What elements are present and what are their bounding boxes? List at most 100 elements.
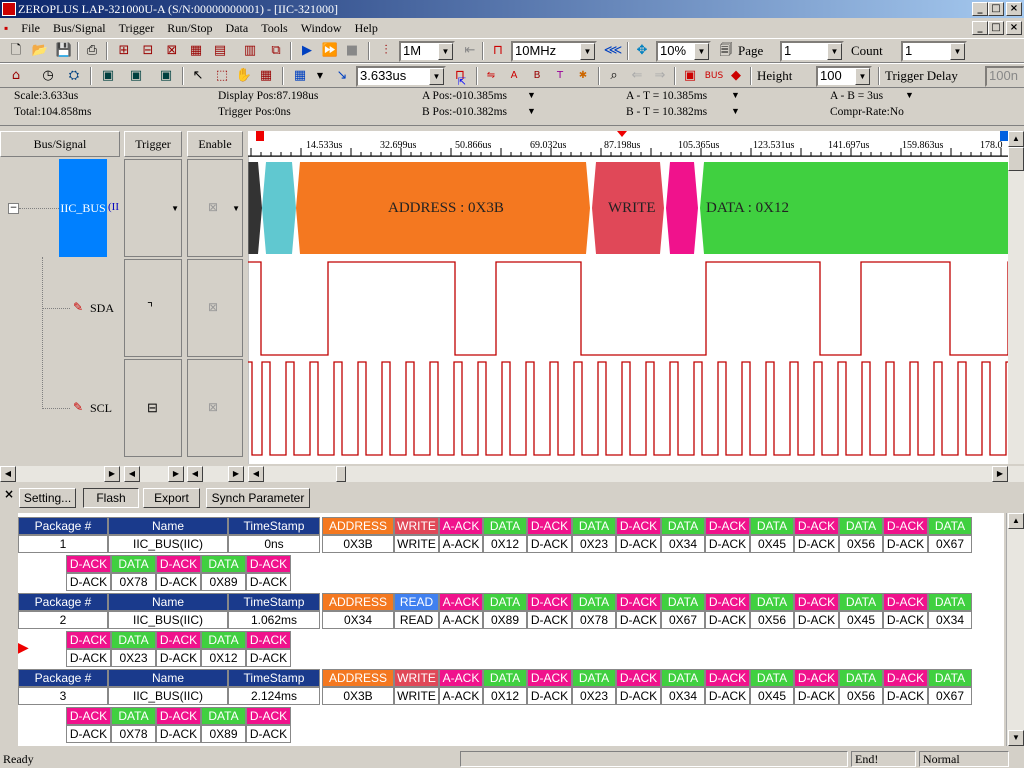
sda-trigger-cell[interactable]: ⌝	[124, 259, 182, 357]
collapse-icon[interactable]: −	[8, 203, 19, 214]
zoom-select[interactable]: 10% ▼	[656, 41, 711, 62]
packet-vscroll[interactable]: ▲ ▼	[1006, 513, 1024, 746]
signal-color-icon[interactable]: ◆	[726, 66, 746, 86]
trigger-delay-input[interactable]: 100n	[985, 66, 1024, 87]
b-pos-dropdown-icon[interactable]: ▼	[527, 106, 536, 116]
cursor-a-marker[interactable]	[256, 131, 264, 141]
scroll-up-icon[interactable]: ▲	[1008, 513, 1024, 529]
field-value-cell[interactable]: 0X67	[928, 687, 972, 705]
export-icon[interactable]: ⧉	[266, 41, 286, 61]
bus-add-icon[interactable]: ⊞	[114, 41, 134, 61]
menu-run-stop[interactable]: Run/Stop	[162, 18, 217, 38]
home-icon[interactable]: ⌂	[6, 66, 26, 86]
run-repeat-icon[interactable]: ⏩	[320, 41, 340, 61]
field-value-cell[interactable]: 0X56	[839, 687, 883, 705]
scl-enable-cell[interactable]: ⊠	[187, 359, 243, 457]
setting-button[interactable]: Setting...	[19, 488, 76, 508]
doc-icon[interactable]: ▪	[0, 18, 13, 38]
binoculars-icon[interactable]: ⌕	[604, 66, 624, 86]
bus-enable-cell[interactable]: ⊠ ▼	[187, 159, 243, 257]
hand-icon[interactable]: ✋	[234, 66, 254, 86]
frequency-select[interactable]: 10MHz ▼	[511, 41, 597, 62]
field-value-cell[interactable]: D-ACK	[156, 573, 201, 591]
app-icon[interactable]	[2, 2, 16, 16]
field-value-cell[interactable]: D-ACK	[705, 535, 750, 553]
field-value-cell[interactable]: D-ACK	[794, 611, 839, 629]
field-value-cell[interactable]: WRITE	[394, 687, 439, 705]
menu-bus-signal[interactable]: Bus/Signal	[48, 18, 111, 38]
field-value-cell[interactable]: D-ACK	[883, 535, 928, 553]
search-next-icon[interactable]: ⇒	[650, 66, 670, 86]
field-value-cell[interactable]: D-ACK	[66, 649, 111, 667]
field-value-cell[interactable]: 0X34	[661, 535, 705, 553]
field-value-cell[interactable]: D-ACK	[246, 725, 291, 743]
a-t-dropdown-icon[interactable]: ▼	[731, 90, 740, 100]
scroll-up-icon[interactable]: ▲	[1008, 131, 1024, 147]
scroll-left-icon[interactable]: ◀	[248, 466, 264, 482]
compress-icon[interactable]: ⇤	[460, 41, 480, 61]
memory-depth-select[interactable]: 1M ▼	[399, 41, 455, 62]
count-select[interactable]: 1 ▼	[901, 41, 967, 62]
enable-header[interactable]: Enable	[187, 131, 243, 157]
chevron-down-icon[interactable]: ▼	[232, 204, 240, 213]
packet-num-cell[interactable]: 1	[18, 535, 108, 553]
field-value-cell[interactable]: 0X78	[111, 725, 156, 743]
field-value-cell[interactable]: 0X78	[111, 573, 156, 591]
packet-name-cell[interactable]: IIC_BUS(IIC)	[108, 535, 228, 553]
packet-ts-cell[interactable]: 0ns	[228, 535, 320, 553]
a-b-dropdown-icon[interactable]: ▼	[905, 90, 914, 100]
field-value-cell[interactable]: D-ACK	[527, 687, 572, 705]
scroll-down-icon[interactable]: ▼	[1008, 730, 1024, 746]
cursor-move-icon[interactable]: ↘	[332, 66, 352, 86]
trigger-percent-icon[interactable]: ⋘	[603, 41, 623, 61]
print-icon[interactable]: ⎙	[82, 41, 102, 61]
scl-trigger-cell[interactable]: ⊟	[124, 359, 182, 457]
field-value-cell[interactable]: D-ACK	[246, 649, 291, 667]
field-value-cell[interactable]: 0X45	[839, 611, 883, 629]
waveform-view[interactable]: ADDRESS : 0X3B WRITE DATA : 0X12	[248, 157, 1010, 464]
scroll-right-icon[interactable]: ▶	[168, 466, 184, 482]
menu-window[interactable]: Window	[296, 18, 347, 38]
field-value-cell[interactable]: 0X3B	[322, 687, 394, 705]
group-icon[interactable]: ▦	[186, 41, 206, 61]
field-value-cell[interactable]: 0X78	[572, 611, 616, 629]
field-value-cell[interactable]: 0X89	[201, 573, 246, 591]
field-value-cell[interactable]: WRITE	[394, 535, 439, 553]
doc-minimize-button[interactable]: _	[972, 21, 988, 35]
scale-select[interactable]: 3.633us ▼	[356, 66, 446, 87]
field-value-cell[interactable]: D-ACK	[527, 535, 572, 553]
scroll-right-icon[interactable]: ▶	[228, 466, 244, 482]
field-value-cell[interactable]: 0X45	[750, 687, 794, 705]
menu-tools[interactable]: Tools	[256, 18, 293, 38]
calendar-icon[interactable]: ▣	[680, 66, 700, 86]
close-panel-icon[interactable]: ×	[4, 487, 14, 501]
field-value-cell[interactable]: 0X23	[572, 687, 616, 705]
minimize-button[interactable]: _	[972, 2, 988, 16]
b-t-dropdown-icon[interactable]: ▼	[731, 106, 740, 116]
field-value-cell[interactable]: 0X67	[928, 535, 972, 553]
memory-icon[interactable]: ⫶	[376, 41, 396, 61]
zoom-fit-icon[interactable]: ✥	[632, 41, 652, 61]
field-value-cell[interactable]: 0X34	[928, 611, 972, 629]
synch-parameter-button[interactable]: Synch Parameter	[206, 488, 310, 508]
panel3-icon[interactable]: ▣	[156, 66, 176, 86]
field-value-cell[interactable]: 0X67	[661, 611, 705, 629]
field-value-cell[interactable]: 0X12	[201, 649, 246, 667]
bus-iic[interactable]: IIC_BUS	[59, 159, 107, 257]
checkbox-icon[interactable]: ⊠	[208, 400, 218, 415]
field-value-cell[interactable]: D-ACK	[156, 649, 201, 667]
bar-b-icon[interactable]: A	[504, 66, 524, 86]
bus-segment-start-bit[interactable]	[262, 162, 296, 254]
bar-t-icon[interactable]: T	[550, 66, 570, 86]
bus-format-icon[interactable]: ▦	[290, 66, 310, 86]
menu-data[interactable]: Data	[221, 18, 254, 38]
field-value-cell[interactable]: 0X34	[322, 611, 394, 629]
flash-button[interactable]: Flash	[83, 488, 139, 508]
height-select[interactable]: 100 ▼	[816, 66, 872, 87]
field-value-cell[interactable]: 0X23	[572, 535, 616, 553]
grid-icon[interactable]: ▦	[256, 66, 276, 86]
field-value-cell[interactable]: READ	[394, 611, 439, 629]
property-icon[interactable]: ▥	[240, 41, 260, 61]
chevron-down-icon[interactable]: ▼	[171, 204, 179, 213]
bus-segment-start[interactable]	[248, 162, 262, 254]
